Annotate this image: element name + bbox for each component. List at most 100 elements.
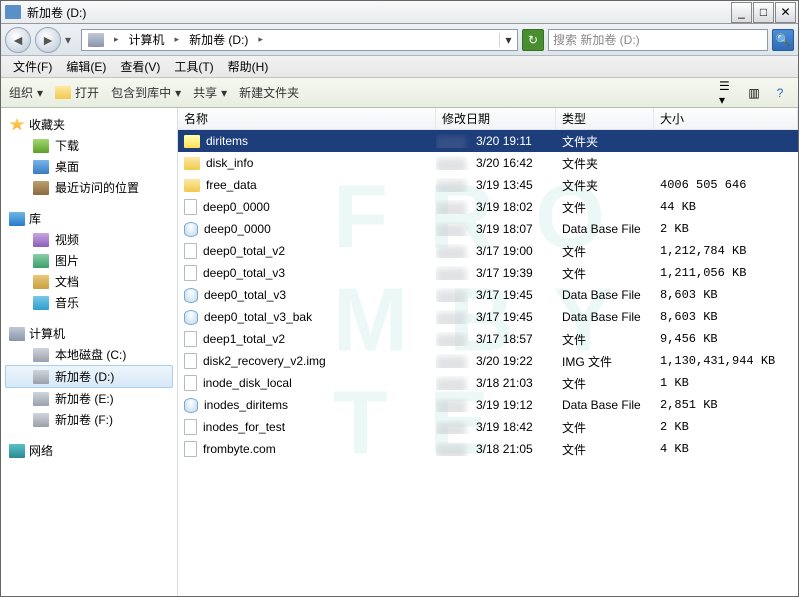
file-icon — [184, 243, 197, 259]
share-menu[interactable]: 共享 ▾ — [193, 84, 227, 101]
back-button[interactable]: ◄ — [5, 27, 31, 53]
navigation-bar: ◄ ► ▾ ▸ 计算机 ▸ 新加卷 (D:) ▸ ▾ ↻ 搜索 新加卷 (D:)… — [1, 24, 798, 56]
sidebar-item-drive-f[interactable]: 新加卷 (F:) — [1, 409, 177, 430]
sidebar-item-drive-d[interactable]: 新加卷 (D:) — [5, 365, 173, 388]
breadcrumb-computer[interactable]: 计算机 — [123, 30, 171, 50]
maximize-button[interactable]: □ — [753, 2, 774, 23]
db-icon — [184, 310, 198, 325]
folder-icon — [55, 86, 71, 99]
file-row[interactable]: deep0_total_v33/17 19:45Data Base File8,… — [178, 284, 798, 306]
downloads-icon — [33, 139, 49, 153]
menu-item[interactable]: 编辑(E) — [60, 56, 112, 77]
file-name-cell: deep0_total_v3 — [178, 265, 436, 281]
file-name-cell: deep0_total_v2 — [178, 243, 436, 259]
file-type-cell: 文件 — [556, 375, 654, 392]
file-row[interactable]: inode_disk_local3/18 21:03文件1 KB — [178, 372, 798, 394]
file-row[interactable]: disk_info3/20 16:42文件夹 — [178, 152, 798, 174]
libraries-group[interactable]: 库 — [1, 208, 177, 229]
file-row[interactable]: deep0_00003/19 18:02文件44 KB — [178, 196, 798, 218]
sidebar-item-drive-c[interactable]: 本地磁盘 (C:) — [1, 344, 177, 365]
db-icon — [184, 222, 198, 237]
network-group[interactable]: 网络 — [1, 440, 177, 461]
sidebar-item-downloads[interactable]: 下载 — [1, 135, 177, 156]
sidebar-item-videos[interactable]: 视频 — [1, 229, 177, 250]
menu-item[interactable]: 查看(V) — [114, 56, 166, 77]
file-row[interactable]: deep1_total_v23/17 18:57文件9,456 KB — [178, 328, 798, 350]
column-date[interactable]: 修改日期 — [436, 108, 556, 129]
sidebar-item-documents[interactable]: 文档 — [1, 271, 177, 292]
file-icon — [184, 199, 197, 215]
file-type-cell: IMG 文件 — [556, 353, 654, 370]
drive-icon — [33, 413, 49, 427]
file-type-cell: 文件 — [556, 243, 654, 260]
menu-item[interactable]: 工具(T) — [168, 56, 219, 77]
history-dropdown[interactable]: ▾ — [65, 33, 77, 47]
file-row[interactable]: diritems3/20 19:11文件夹 — [178, 130, 798, 152]
file-row[interactable]: disk2_recovery_v2.img3/20 19:22IMG 文件1,1… — [178, 350, 798, 372]
sidebar-item-drive-e[interactable]: 新加卷 (E:) — [1, 388, 177, 409]
file-row[interactable]: deep0_total_v3_bak3/17 19:45Data Base Fi… — [178, 306, 798, 328]
forward-button[interactable]: ► — [35, 27, 61, 53]
include-in-library-menu[interactable]: 包含到库中 ▾ — [111, 84, 181, 101]
file-row[interactable]: inodes_diritems3/19 19:12Data Base File2… — [178, 394, 798, 416]
address-dropdown[interactable]: ▾ — [499, 33, 517, 47]
file-size-cell: 2 KB — [654, 222, 798, 236]
minimize-button[interactable]: _ — [731, 2, 752, 23]
file-type-cell: Data Base File — [556, 398, 654, 412]
search-input[interactable]: 搜索 新加卷 (D:) — [548, 29, 768, 51]
menu-item[interactable]: 文件(F) — [7, 56, 58, 77]
file-row[interactable]: deep0_total_v23/17 19:00文件1,212,784 KB — [178, 240, 798, 262]
file-type-cell: 文件夹 — [556, 177, 654, 194]
breadcrumb-current[interactable]: 新加卷 (D:) — [183, 30, 254, 50]
chevron-right-icon[interactable]: ▸ — [254, 34, 267, 45]
help-button[interactable]: ? — [770, 84, 790, 102]
file-name-cell: deep0_0000 — [178, 199, 436, 215]
file-size-cell: 1,130,431,944 KB — [654, 354, 798, 368]
sidebar-item-recent[interactable]: 最近访问的位置 — [1, 177, 177, 198]
navigation-tree: 收藏夹 下载 桌面 最近访问的位置 库 视频 图片 文档 音乐 计算机 本地磁盘… — [1, 108, 178, 596]
column-size[interactable]: 大小 — [654, 108, 798, 129]
preview-pane-button[interactable]: ▥ — [744, 84, 764, 102]
file-icon — [184, 375, 197, 391]
favorites-group[interactable]: 收藏夹 — [1, 114, 177, 135]
file-date-cell: 3/17 18:57 — [436, 332, 556, 346]
address-bar[interactable]: ▸ 计算机 ▸ 新加卷 (D:) ▸ ▾ — [81, 29, 518, 51]
column-type[interactable]: 类型 — [556, 108, 654, 129]
sidebar-item-desktop[interactable]: 桌面 — [1, 156, 177, 177]
column-name[interactable]: 名称 — [178, 108, 436, 129]
file-row[interactable]: deep0_00003/19 18:07Data Base File2 KB — [178, 218, 798, 240]
drive-icon — [33, 348, 49, 362]
close-button[interactable]: ✕ — [775, 2, 796, 23]
sidebar-item-music[interactable]: 音乐 — [1, 292, 177, 313]
file-date-cell: 3/19 13:45 — [436, 178, 556, 192]
file-date-cell: 3/19 18:42 — [436, 420, 556, 434]
file-size-cell: 9,456 KB — [654, 332, 798, 346]
chevron-right-icon[interactable]: ▸ — [110, 34, 123, 45]
computer-group[interactable]: 计算机 — [1, 323, 177, 344]
menu-item[interactable]: 帮助(H) — [222, 56, 275, 77]
file-date-cell: 3/20 16:42 — [436, 156, 556, 170]
search-button[interactable]: 🔍 — [772, 29, 794, 51]
file-date-cell: 3/19 19:12 — [436, 398, 556, 412]
file-name-cell: deep1_total_v2 — [178, 331, 436, 347]
file-row[interactable]: free_data3/19 13:45文件夹4006 505 646 — [178, 174, 798, 196]
chevron-right-icon[interactable]: ▸ — [171, 34, 184, 45]
file-name-cell: inodes_diritems — [178, 398, 436, 413]
file-date-cell: 3/17 19:39 — [436, 266, 556, 280]
open-button[interactable]: 打开 — [55, 84, 99, 101]
file-row[interactable]: deep0_total_v33/17 19:39文件1,211,056 KB — [178, 262, 798, 284]
view-options-button[interactable]: ☰ ▾ — [718, 84, 738, 102]
sidebar-item-pictures[interactable]: 图片 — [1, 250, 177, 271]
file-icon — [184, 419, 197, 435]
new-folder-button[interactable]: 新建文件夹 — [239, 84, 299, 101]
column-headers: 名称 修改日期 类型 大小 — [178, 108, 798, 130]
file-icon — [184, 331, 197, 347]
computer-icon — [9, 327, 25, 341]
star-icon — [9, 118, 25, 132]
file-row[interactable]: frombyte.com3/18 21:05文件4 KB — [178, 438, 798, 460]
desktop-icon — [33, 160, 49, 174]
refresh-button[interactable]: ↻ — [522, 29, 544, 51]
organize-menu[interactable]: 组织 ▾ — [9, 84, 43, 101]
file-row[interactable]: inodes_for_test3/19 18:42文件2 KB — [178, 416, 798, 438]
file-name-cell: deep0_total_v3 — [178, 288, 436, 303]
